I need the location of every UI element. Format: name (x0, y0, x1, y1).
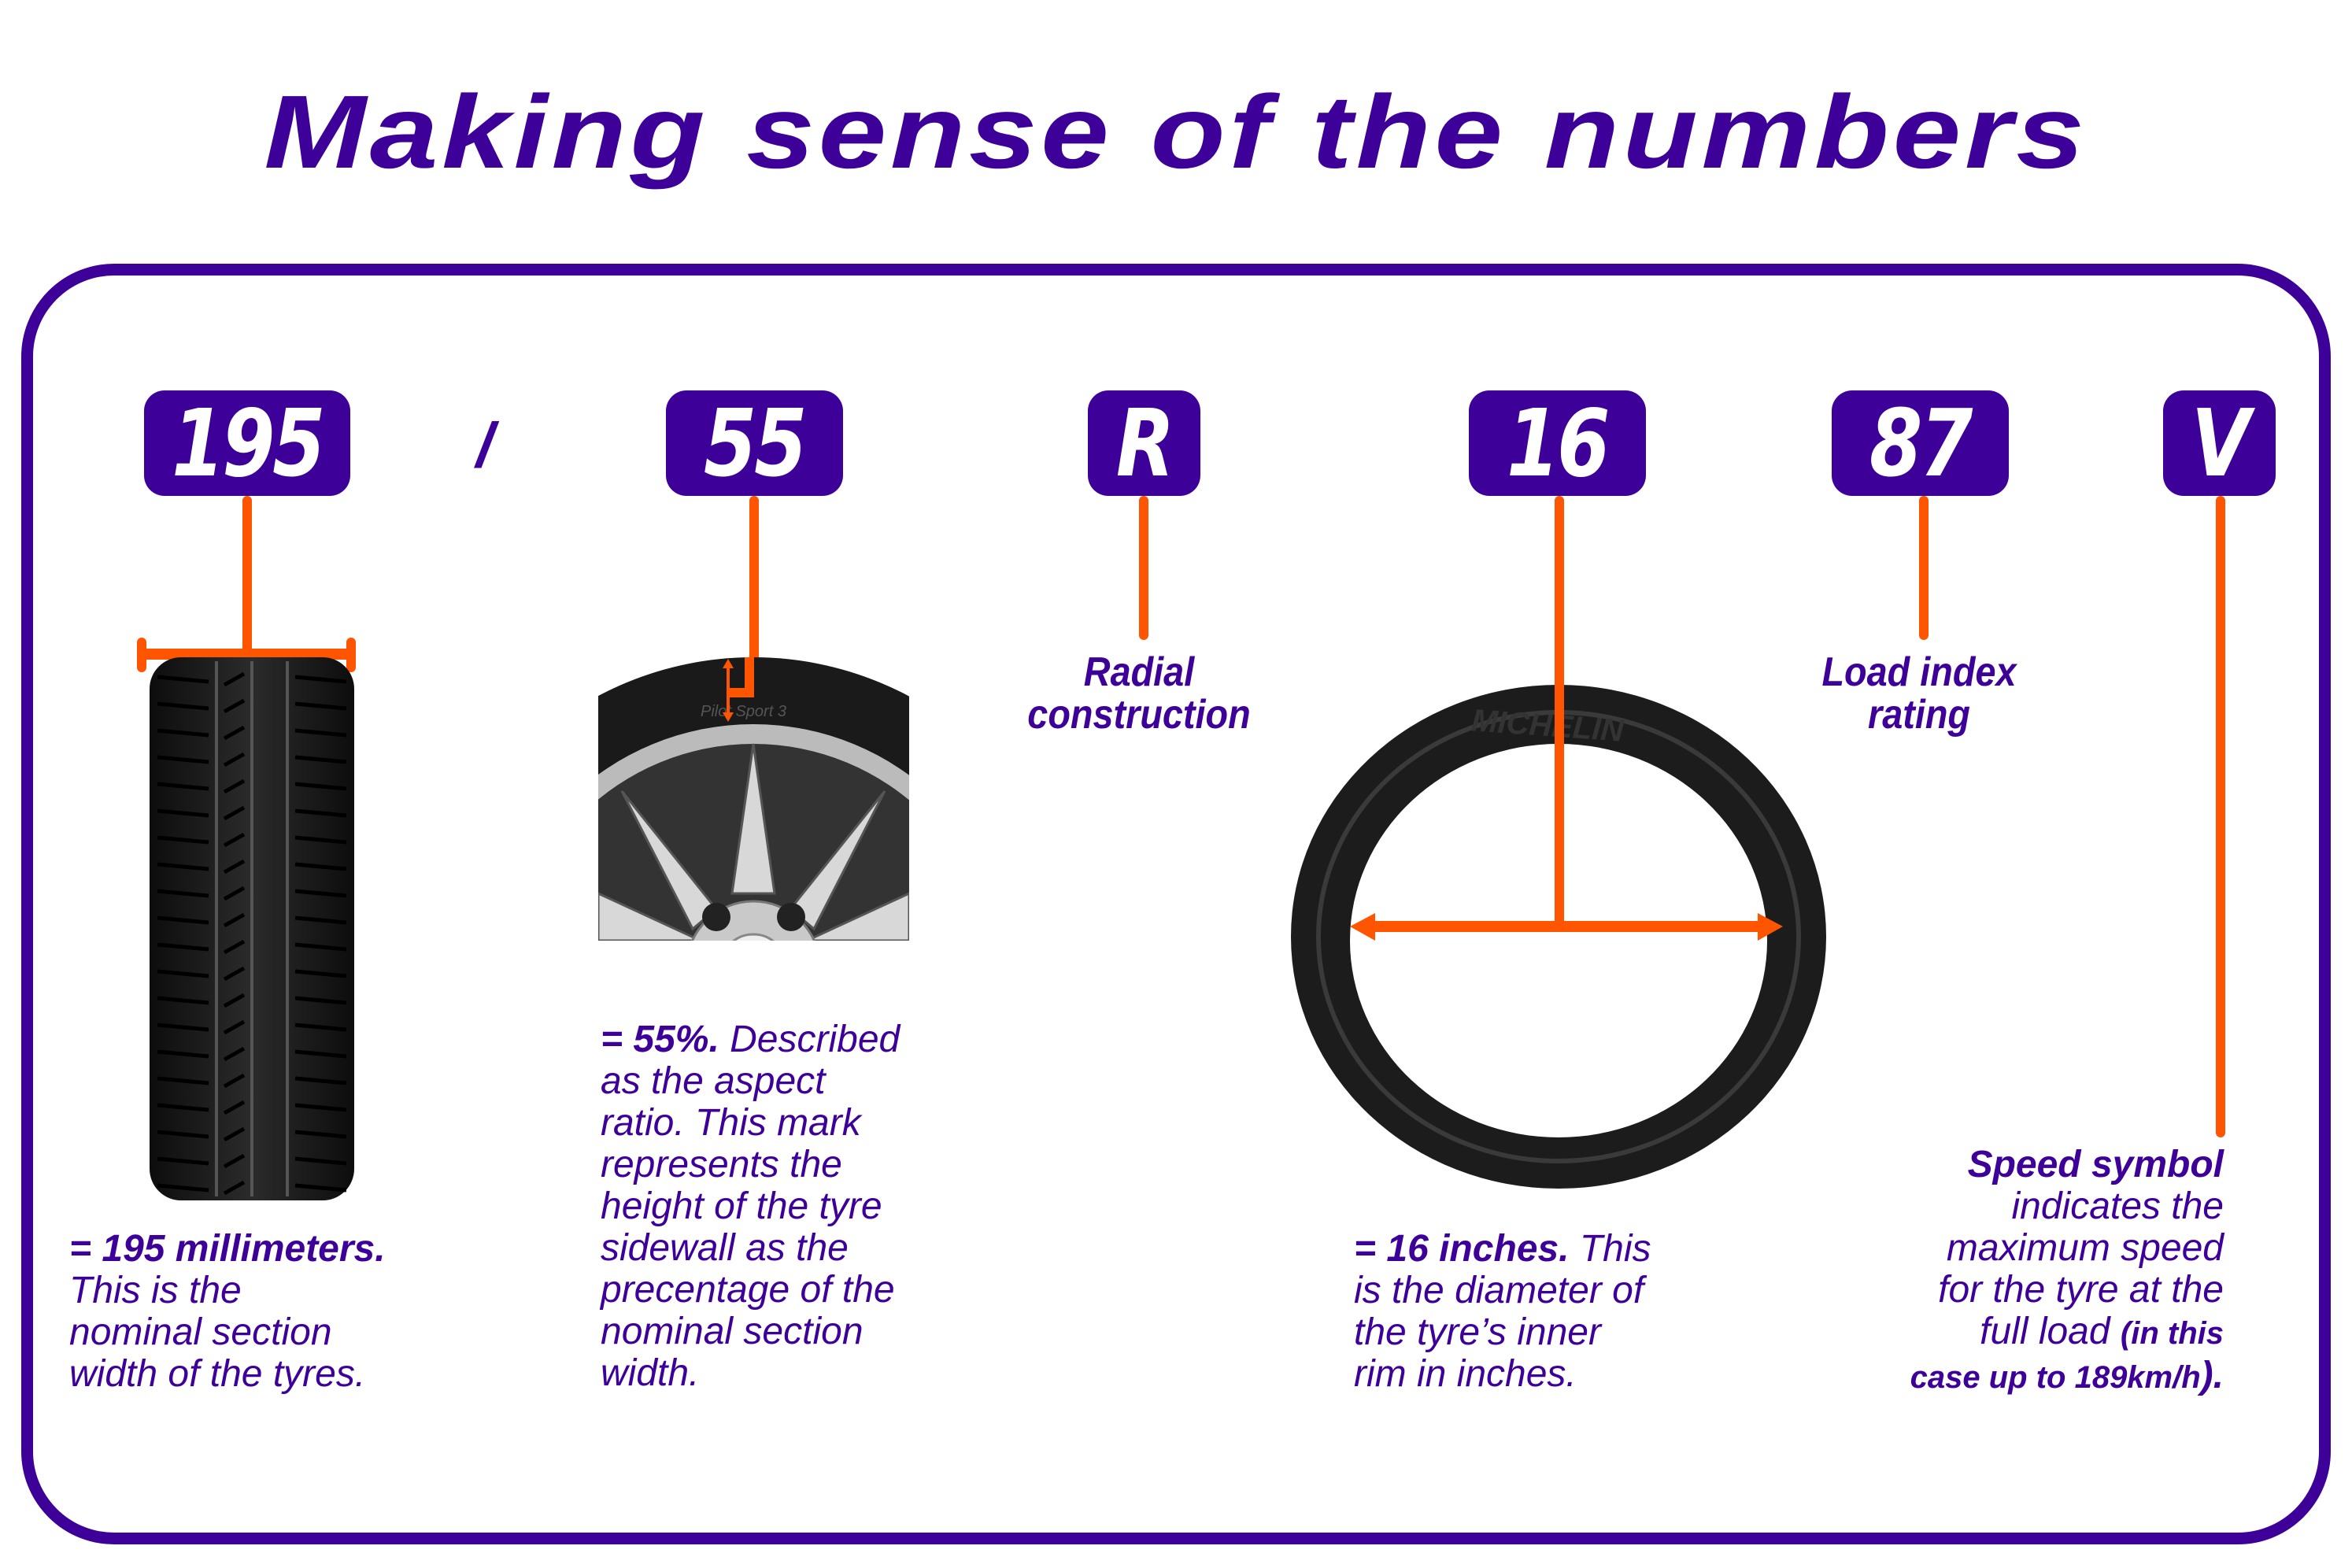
tyre-tread-image (150, 657, 354, 1200)
speed-description-bold: ). (2200, 1355, 2224, 1396)
rim-description: = 16 inches. This is the diameter of the… (1354, 1228, 1747, 1395)
aspect-description-line: ratio. This mark (601, 1102, 861, 1144)
speed-description-line: indicates the (2011, 1185, 2224, 1227)
code-construction: R (1115, 389, 1175, 497)
speed-description-bold: case up to 189km/h (1910, 1360, 2201, 1395)
code-construction-box: R (1088, 389, 1200, 497)
rim-description-line: the tyre’s inner (1354, 1311, 1601, 1353)
width-description-line: nominal section (69, 1311, 332, 1353)
aspect-description-line: as the aspect (601, 1060, 826, 1102)
code-load-box: 87 (1832, 389, 2009, 497)
aspect-description-line: represents the (601, 1144, 842, 1185)
speed-description-bold: (in this (2120, 1316, 2224, 1351)
tyre-sidewall-image: TSW Pilot Sport 3 (598, 657, 909, 941)
rim-description-line: is the diameter of (1354, 1270, 1644, 1311)
rim-arrowheads (1350, 913, 1783, 941)
load-label-line: rating (1867, 692, 1970, 738)
rim-description-bold: = 16 inches. (1354, 1228, 1570, 1270)
code-rim: 16 (1507, 389, 1610, 497)
arrow-left-icon (1350, 913, 1375, 941)
code-rim-box: 16 (1469, 389, 1646, 497)
code-separator: / (476, 410, 494, 480)
load-label-line: Load index (1821, 649, 2017, 695)
code-width-box: 195 (144, 389, 350, 497)
width-description: = 195 millimeters. This is the nominal s… (69, 1228, 557, 1395)
code-load: 87 (1869, 389, 1973, 497)
width-description-line: width of the tyres. (69, 1353, 366, 1395)
load-connector-line (1919, 496, 1929, 640)
width-connector-line (242, 496, 252, 653)
aspect-description-line: Described (719, 1019, 900, 1060)
code-speed: V (2191, 389, 2250, 497)
aspect-description-line: sidewall as the (601, 1227, 849, 1269)
aspect-connector-line (749, 496, 759, 677)
construction-label-line: construction (1027, 692, 1251, 738)
code-aspect-box: 55 (666, 389, 843, 497)
width-description-line: This is the (69, 1270, 242, 1311)
code-width: 195 (171, 389, 325, 497)
rim-description-line: rim in inches. (1354, 1353, 1577, 1395)
speed-description: Speed symbol indicates the maximum speed… (1795, 1144, 2224, 1399)
code-aspect: 55 (704, 389, 807, 497)
construction-connector-line (1139, 496, 1148, 640)
width-description-bold: = 195 millimeters. (69, 1228, 386, 1270)
rim-connector-line (1555, 496, 1564, 925)
aspect-description-line: height of the tyre (601, 1185, 882, 1227)
aspect-description-line: precentage of the (601, 1269, 895, 1311)
speed-description-line: maximum speed (1946, 1227, 2224, 1269)
aspect-description-line: width. (601, 1352, 700, 1394)
speed-description-line: for the tyre at the (1938, 1269, 2224, 1311)
load-label: Load index rating (1777, 651, 2061, 736)
aspect-description: = 55%. Described as the aspect ratio. Th… (601, 1019, 994, 1394)
code-speed-box: V (2163, 389, 2276, 497)
construction-label-line: Radial (1083, 649, 1195, 695)
rim-description-line: This (1569, 1228, 1651, 1270)
aspect-description-line: nominal section (601, 1311, 864, 1352)
sidewall-brand-text: Pilot Sport 3 (701, 703, 786, 720)
speed-description-line: full load (1980, 1311, 2121, 1352)
speed-description-bold: Speed symbol (1967, 1144, 2224, 1185)
aspect-description-bold: = 55%. (601, 1019, 719, 1060)
speed-connector-line (2216, 496, 2225, 1137)
construction-label: Radial construction (997, 651, 1281, 736)
page-title: Making sense of the numbers (264, 74, 2088, 190)
arrow-right-icon (1758, 913, 1783, 941)
